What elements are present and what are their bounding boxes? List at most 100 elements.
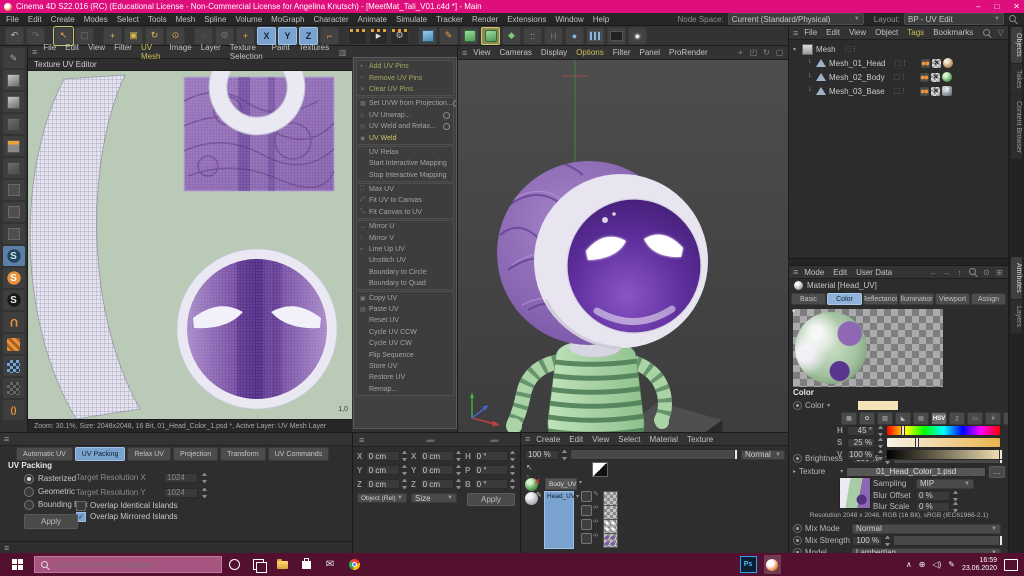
panel-tab-content-browser[interactable]: Content Browser — [1011, 95, 1022, 159]
checkbox-overlap-mirrored-islands[interactable]: ✓Overlap Mirrored Islands — [76, 511, 178, 522]
bend-deformer-icon[interactable] — [481, 27, 500, 45]
tab-basic[interactable]: Basic — [791, 293, 826, 305]
menu-item-spline[interactable]: Spline — [204, 15, 226, 24]
layer-opacity-field[interactable]: 100 % — [525, 450, 559, 460]
z-axis-lock-icon[interactable]: Z — [299, 27, 318, 45]
layer-visibility-icon[interactable] — [581, 519, 592, 530]
taskbar-clock[interactable]: 16:59 23.06.2020 — [962, 557, 997, 573]
start-button[interactable] — [0, 553, 34, 576]
context-menu-item-reset-uv[interactable]: Reset UV — [357, 315, 453, 326]
uvw-tag-icon[interactable]: ✕ — [931, 87, 940, 96]
context-menu-item-uv-weld[interactable]: ◉UV Weld — [357, 132, 453, 143]
radio-button[interactable] — [24, 487, 34, 497]
cinema4d-taskbar-icon[interactable] — [760, 553, 784, 576]
material-tag-icon[interactable] — [942, 72, 952, 82]
context-menu-item-boundary-to-quad[interactable]: Boundary to Quad — [357, 278, 453, 289]
field-stepper[interactable] — [202, 488, 207, 498]
redo-icon[interactable]: ↷ — [26, 27, 45, 45]
field-icon[interactable]: ◆ — [502, 27, 521, 45]
panel-tab-layers[interactable]: Layers — [1011, 300, 1022, 333]
coord-field[interactable]: 0 cm — [420, 465, 455, 475]
layer-opacity-slider[interactable] — [570, 449, 738, 460]
context-menu-item-store-uv[interactable]: Store UV — [357, 361, 453, 372]
options-dot-icon[interactable] — [453, 100, 457, 107]
menu-item-view[interactable]: View — [473, 48, 490, 57]
context-menu-item-restore-uv[interactable]: Restore UV — [357, 372, 453, 383]
menu-item-user-data[interactable]: User Data — [856, 268, 892, 277]
tab-color[interactable]: Color — [827, 293, 862, 305]
camera-icon[interactable] — [607, 27, 626, 45]
menu-item-edit[interactable]: Edit — [826, 28, 840, 37]
menu-item-create[interactable]: Create — [51, 15, 75, 24]
material-tag-icon[interactable]: ? — [942, 86, 952, 96]
layer-visibility-icon[interactable] — [581, 505, 592, 516]
color-swatch[interactable] — [857, 400, 899, 411]
menu-item-cameras[interactable]: Cameras — [499, 48, 531, 57]
coord-field[interactable]: 0 cm — [366, 465, 401, 475]
menu-item-help[interactable]: Help — [593, 15, 609, 24]
minimize-button[interactable]: – — [976, 2, 980, 11]
uv-points-mode-icon[interactable]: S — [3, 246, 25, 266]
options-dot-icon[interactable] — [443, 112, 450, 119]
texture-browse-button[interactable]: ... — [989, 466, 1005, 478]
context-menu-item-remap[interactable]: Remap... — [357, 384, 453, 395]
cortana-icon[interactable] — [222, 553, 246, 576]
forward-icon[interactable]: → — [942, 267, 951, 277]
color-picker-compact-icon[interactable]: ◣ — [895, 412, 911, 425]
chevron-down-icon[interactable]: ▾ — [840, 468, 843, 475]
chevron-down-icon[interactable]: ▾ — [576, 493, 579, 500]
material-preview[interactable]: ▾ — [793, 309, 943, 387]
visibility-dots-icon[interactable]: ⬚⋮ — [845, 45, 859, 53]
animation-mode-icon[interactable] — [3, 158, 25, 178]
context-menu-item-uv-unwrap[interactable]: ◇UV Unwrap... — [357, 110, 453, 121]
layout-select[interactable]: BP - UV Edit ▼ — [904, 13, 1004, 25]
blur-offset-field[interactable]: 0 % — [916, 491, 950, 501]
coord-stepper[interactable] — [402, 465, 407, 475]
blur-offset-stepper[interactable] — [953, 491, 958, 501]
menu-item-display[interactable]: Display — [541, 48, 567, 57]
volume-icon[interactable]: ● — [565, 27, 584, 45]
mix-mode-enable-button[interactable] — [793, 524, 802, 533]
menu-item-extensions[interactable]: Extensions — [507, 15, 546, 24]
node-space-select[interactable]: Current (Standard/Physical) ▼ — [728, 13, 864, 25]
menu-item-select[interactable]: Select — [117, 15, 139, 24]
menu-item-prorender[interactable]: ProRender — [669, 48, 708, 57]
undo-icon[interactable]: ↶ — [5, 27, 24, 45]
mix-strength-slider[interactable] — [893, 535, 1001, 546]
menu-item-edit[interactable]: Edit — [833, 268, 847, 277]
menu-item-mesh[interactable]: Mesh — [176, 15, 196, 24]
rotate-view-icon[interactable]: ↻ — [762, 48, 771, 58]
y-axis-lock-icon[interactable]: Y — [278, 27, 297, 45]
context-menu-item-remove-uv-pins[interactable]: −Remove UV Pins — [357, 72, 453, 83]
coord-stepper[interactable] — [456, 479, 461, 489]
snap-magnet-icon[interactable]: U — [3, 312, 25, 332]
tab-reflectance[interactable]: Reflectance — [863, 293, 898, 305]
uv-canvas[interactable]: 1,0 — [28, 71, 352, 419]
chevron-right-icon[interactable]: ▸ — [793, 468, 796, 475]
chrome-icon[interactable] — [342, 553, 366, 576]
hsv-slider-v[interactable] — [886, 449, 1001, 460]
context-menu-item-uv-weld-and-relax[interactable]: ◎UV Weld and Relax... — [357, 121, 453, 132]
texture-thumbnail[interactable] — [839, 477, 871, 509]
subdivision-surface-icon[interactable] — [460, 27, 479, 45]
coord-stepper[interactable] — [456, 465, 461, 475]
context-menu-item-stop-interactive-mapping[interactable]: Stop Interactive Mapping — [357, 170, 453, 181]
field-stepper[interactable] — [202, 473, 207, 483]
up-icon[interactable]: ↑ — [955, 267, 964, 277]
tab-uv-commands[interactable]: UV Commands — [268, 447, 329, 461]
tab-uv-packing[interactable]: UV Packing — [75, 447, 126, 461]
context-menu-item-clear-uv-pins[interactable]: ✕Clear UV Pins — [357, 84, 453, 95]
menu-item-object[interactable]: Object — [875, 28, 898, 37]
visibility-dots-icon[interactable]: ⬚⋮ — [894, 73, 908, 81]
mix-strength-stepper[interactable] — [885, 536, 890, 546]
menu-item-view[interactable]: View — [592, 435, 609, 444]
uvw-tag-icon[interactable]: ✕ — [931, 73, 940, 82]
search-icon[interactable] — [982, 28, 992, 38]
chevron-down-icon[interactable]: ▾ — [579, 479, 582, 486]
menu-item-mograph[interactable]: MoGraph — [271, 15, 304, 24]
uv-mesh-grid-icon[interactable] — [3, 356, 25, 376]
context-menu-item-cycle-uv-cw[interactable]: Cycle UV CW — [357, 338, 453, 349]
menu-item-edit[interactable]: Edit — [28, 15, 42, 24]
mail-icon[interactable]: ✉ — [318, 553, 342, 576]
uv-polygons-mode-icon[interactable]: S — [3, 268, 25, 288]
